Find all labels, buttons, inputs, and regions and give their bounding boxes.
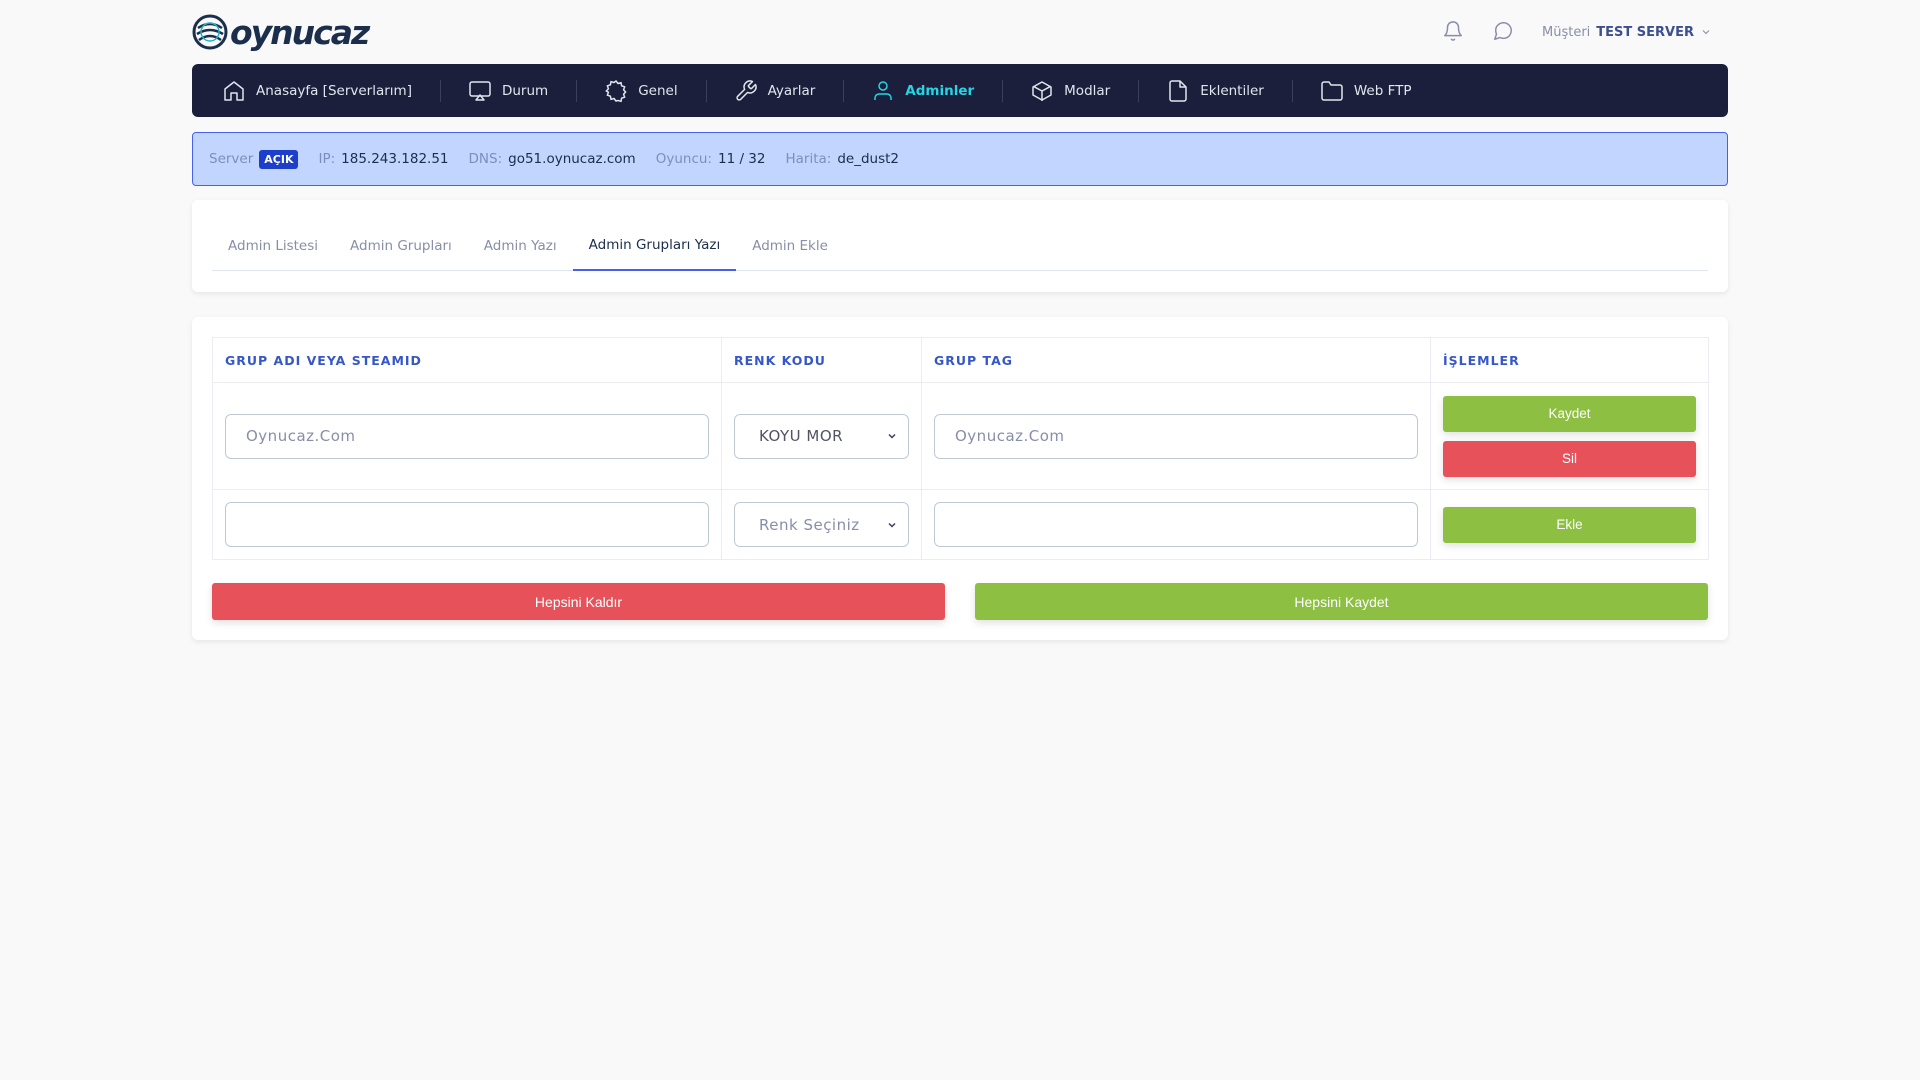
tabs-card: Admin Listesi Admin Grupları Admin Yazı … <box>192 200 1728 292</box>
nav-label: Genel <box>638 82 678 99</box>
status-badge: AÇIK <box>259 149 299 169</box>
players-value: 11 / 32 <box>717 151 766 167</box>
main-nav: Anasayfa [Serverlarım] Durum Genel Ayarl… <box>192 64 1728 117</box>
tab-admin-ekle[interactable]: Admin Ekle <box>736 220 844 271</box>
user-icon <box>874 80 893 100</box>
map-value: de_dust2 <box>837 151 899 167</box>
col-header-group-tag: GRUP TAG <box>921 337 1431 383</box>
nav-item-genel[interactable]: Genel <box>576 64 705 117</box>
tab-admin-gruplari-yazi[interactable]: Admin Grupları Yazı <box>572 220 737 271</box>
new-color-select[interactable]: Renk Seçiniz <box>734 502 909 547</box>
nav-label: Eklentiler <box>1200 82 1264 99</box>
gear-icon <box>605 79 627 102</box>
tab-admin-listesi[interactable]: Admin Listesi <box>212 220 334 271</box>
globe-logo-icon <box>192 14 228 50</box>
monitor-icon <box>469 80 491 101</box>
bell-icon[interactable] <box>1442 20 1466 44</box>
col-header-group-name: GRUP ADI VEYA STEAMID <box>212 337 722 383</box>
tab-admin-gruplari[interactable]: Admin Grupları <box>334 220 468 271</box>
server-label: Server <box>209 151 254 167</box>
nav-label: Adminler <box>905 82 975 99</box>
nav-label: Modlar <box>1064 82 1111 99</box>
nav-item-adminler[interactable]: Adminler <box>843 64 1002 117</box>
ip-value: 185.243.182.51 <box>341 151 449 167</box>
remove-all-button[interactable]: Hepsini Kaldır <box>212 583 945 620</box>
nav-item-webftp[interactable]: Web FTP <box>1291 64 1440 117</box>
dns-value: go51.oynucaz.com <box>508 151 636 167</box>
brand-logo[interactable]: oynucaz <box>192 12 370 52</box>
nav-label: Anasayfa [Serverlarım] <box>256 82 412 99</box>
table-row: Renk Seçiniz Ekle <box>212 489 1709 560</box>
nav-item-home[interactable]: Anasayfa [Serverlarım] <box>222 64 440 117</box>
admin-tabs: Admin Listesi Admin Grupları Admin Yazı … <box>212 220 1708 271</box>
save-all-button[interactable]: Hepsini Kaydet <box>975 583 1708 620</box>
chevron-down-icon <box>888 522 896 528</box>
chat-icon[interactable] <box>1492 20 1516 44</box>
add-button[interactable]: Ekle <box>1443 506 1696 543</box>
group-tag-input[interactable] <box>934 413 1418 459</box>
save-button[interactable]: Kaydet <box>1443 395 1696 432</box>
user-name: TEST SERVER <box>1596 24 1694 40</box>
box-icon <box>1032 80 1052 101</box>
group-name-input[interactable] <box>225 413 709 459</box>
col-header-color-code: RENK KODU <box>721 337 922 383</box>
players-label: Oyuncu: <box>655 151 712 167</box>
nav-label: Durum <box>501 82 549 99</box>
color-select-value: Renk Seçiniz <box>759 515 860 534</box>
home-icon <box>224 80 244 101</box>
color-select-value: KOYU MOR <box>759 427 844 445</box>
server-info-bar: Server AÇIK IP: 185.243.182.51 DNS: go51… <box>192 132 1728 186</box>
tab-admin-yazi[interactable]: Admin Yazı <box>468 220 573 271</box>
nav-item-modlar[interactable]: Modlar <box>1002 64 1138 117</box>
ip-label: IP: <box>318 151 336 167</box>
nav-item-eklentiler[interactable]: Eklentiler <box>1138 64 1292 117</box>
file-icon <box>1169 79 1187 102</box>
logo-text: oynucaz <box>230 12 370 52</box>
col-header-actions: İŞLEMLER <box>1430 337 1709 383</box>
chevron-down-icon <box>888 433 896 439</box>
wrench-icon <box>735 79 757 101</box>
new-group-tag-input[interactable] <box>934 502 1418 547</box>
nav-label: Web FTP <box>1353 82 1412 99</box>
groups-table: GRUP ADI VEYA STEAMID RENK KODU GRUP TAG… <box>212 337 1709 560</box>
user-menu[interactable]: Müşteri TEST SERVER <box>1542 25 1712 40</box>
dns-label: DNS: <box>468 151 503 167</box>
nav-item-durum[interactable]: Durum <box>439 64 576 117</box>
user-label: Müşteri <box>1542 24 1591 40</box>
delete-button[interactable]: Sil <box>1443 440 1696 477</box>
color-select[interactable]: KOYU MOR <box>734 413 909 459</box>
nav-item-ayarlar[interactable]: Ayarlar <box>705 64 844 117</box>
chevron-down-icon <box>1702 30 1710 35</box>
folder-icon <box>1321 80 1343 101</box>
top-header: oynucaz Müşteri TEST SERVER <box>192 0 1728 64</box>
new-group-name-input[interactable] <box>225 502 709 547</box>
nav-label: Ayarlar <box>767 82 816 99</box>
map-label: Harita: <box>785 151 832 167</box>
table-row: KOYU MOR Kaydet Sil <box>212 382 1709 490</box>
admin-groups-text-card: GRUP ADI VEYA STEAMID RENK KODU GRUP TAG… <box>192 317 1728 640</box>
